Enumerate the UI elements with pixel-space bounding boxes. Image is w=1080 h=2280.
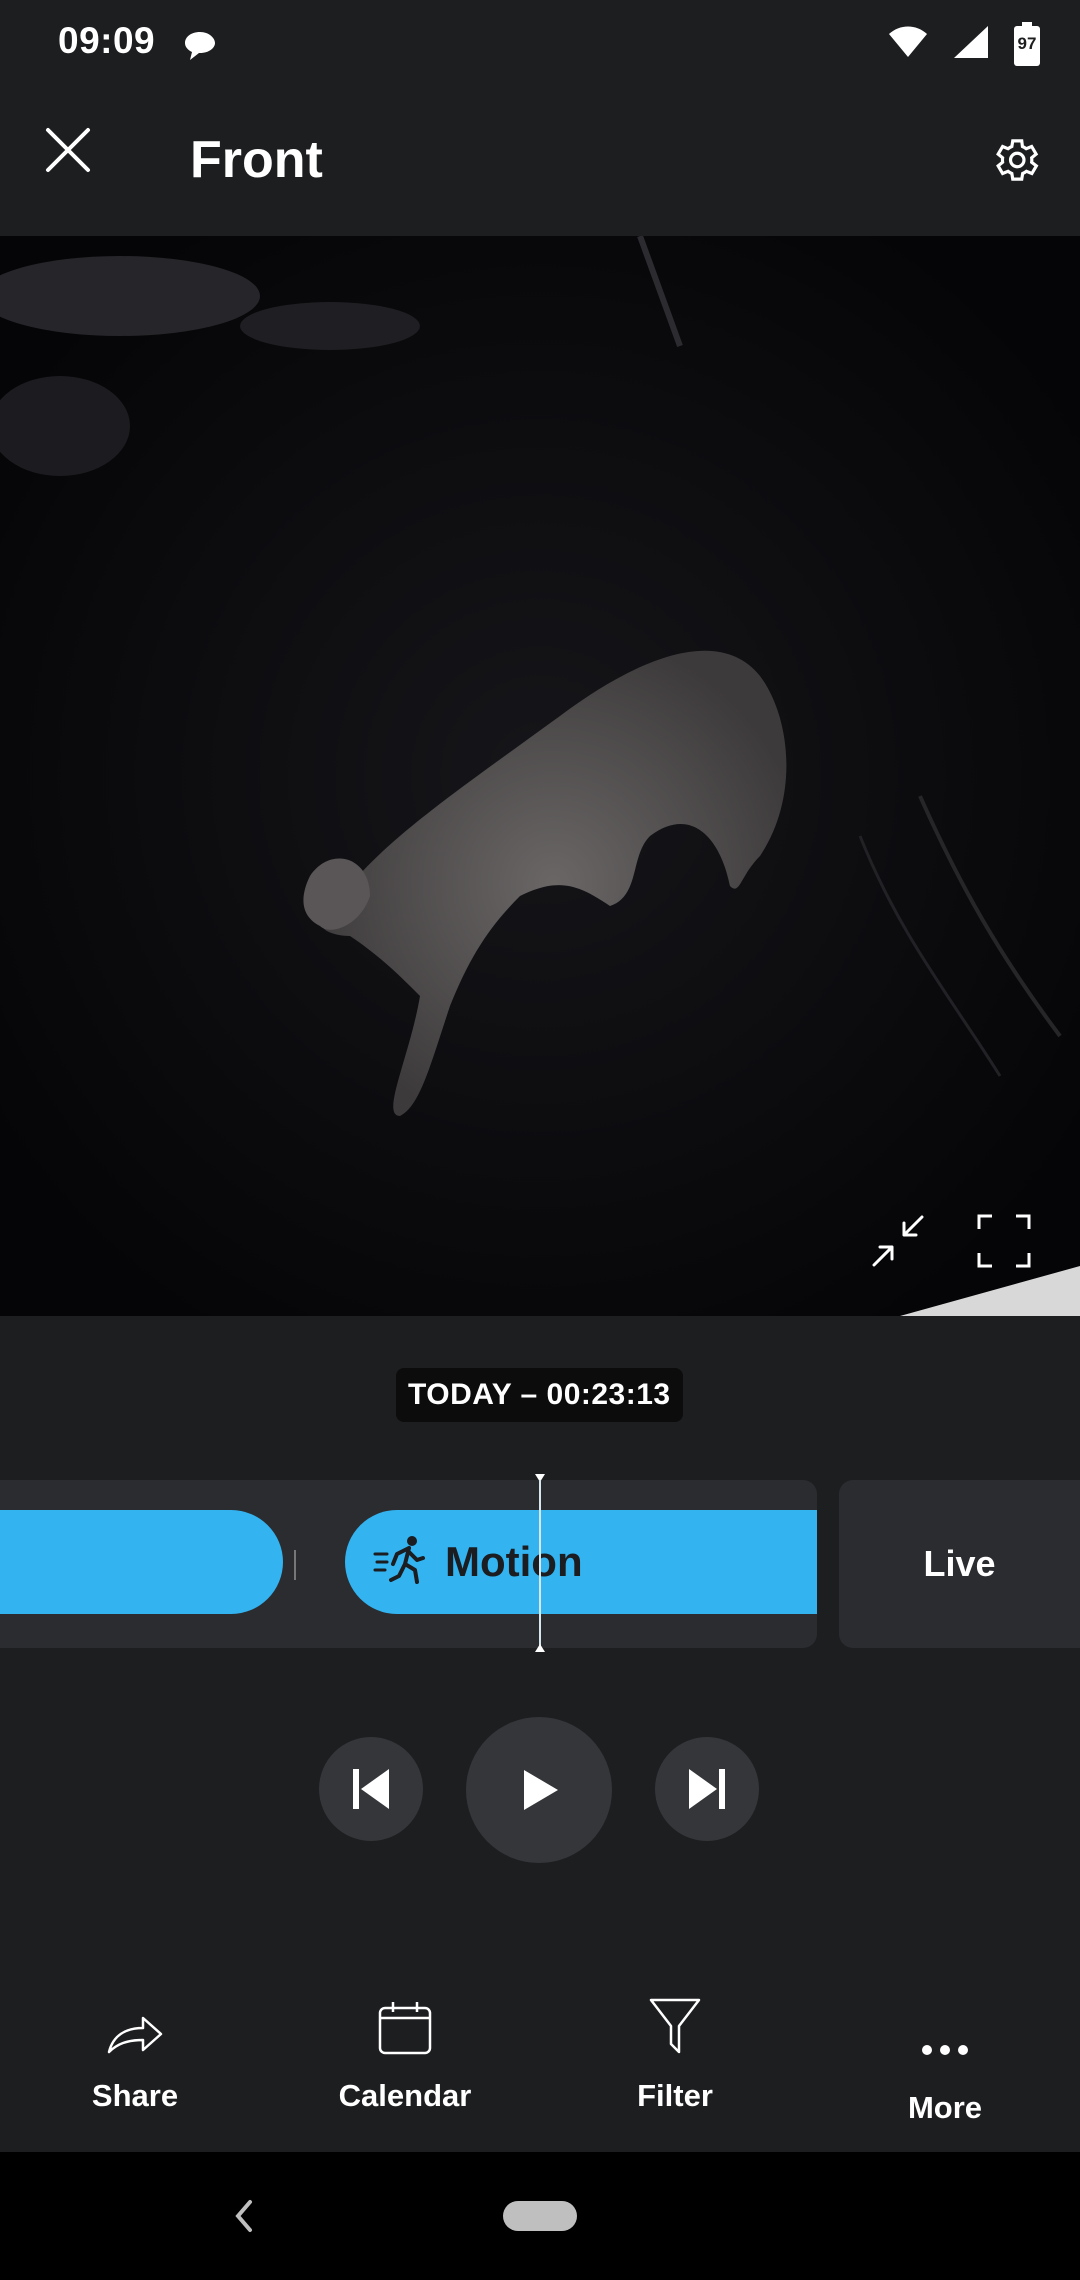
- filter-icon: [649, 1998, 701, 2054]
- live-button[interactable]: Live: [839, 1480, 1080, 1648]
- running-person-icon: [373, 1534, 427, 1590]
- nav-item-more[interactable]: More: [810, 1960, 1080, 2152]
- previous-event-segment[interactable]: [0, 1510, 283, 1614]
- nav-label-more: More: [907, 2090, 983, 2125]
- battery-icon: 97: [1014, 22, 1040, 66]
- gear-icon: [996, 139, 1039, 181]
- battery-level: 97: [1017, 34, 1037, 53]
- skip-next-button[interactable]: [655, 1737, 759, 1841]
- exit-fullscreen-icon: [872, 1215, 924, 1267]
- status-icons: 97: [888, 22, 1040, 66]
- wifi-icon: [888, 26, 928, 63]
- settings-button[interactable]: [985, 130, 1045, 190]
- timeline-tick: [294, 1550, 296, 1580]
- timestamp-badge: TODAY – 00:23:13: [396, 1368, 683, 1422]
- motion-event-segment[interactable]: Motion: [345, 1510, 817, 1614]
- bottom-nav: Share Calendar Filter More: [0, 1960, 1080, 2152]
- chat-bubble-icon: [182, 30, 218, 67]
- camera-image: [0, 236, 1080, 1316]
- status-bar: 09:09 97: [0, 0, 1080, 90]
- skip-previous-icon: [353, 1769, 389, 1809]
- exit-fullscreen-button[interactable]: [870, 1213, 926, 1274]
- nav-label-filter: Filter: [637, 2078, 713, 2113]
- timeline-playhead[interactable]: [535, 1474, 545, 1652]
- signal-icon: [952, 25, 990, 64]
- nav-item-calendar[interactable]: Calendar: [270, 1960, 540, 2152]
- header: Front: [0, 90, 1080, 236]
- clock: 09:09: [58, 20, 156, 61]
- share-icon: [107, 2016, 163, 2054]
- nav-label-calendar: Calendar: [338, 2078, 472, 2113]
- skip-previous-button[interactable]: [319, 1737, 423, 1841]
- video-feed[interactable]: [0, 236, 1080, 1316]
- system-home-pill[interactable]: [503, 2201, 577, 2231]
- skip-next-icon: [689, 1769, 725, 1809]
- nav-label-share: Share: [91, 2078, 179, 2113]
- calendar-icon: [378, 2002, 432, 2055]
- live-label: Live: [923, 1543, 996, 1584]
- system-back-icon[interactable]: [232, 2198, 256, 2239]
- close-button[interactable]: [38, 120, 98, 180]
- nav-item-filter[interactable]: Filter: [540, 1960, 810, 2152]
- play-button[interactable]: [466, 1717, 612, 1863]
- nav-item-share[interactable]: Share: [0, 1960, 270, 2152]
- fullscreen-button[interactable]: [976, 1213, 1032, 1274]
- page-title: Front: [190, 131, 323, 189]
- more-icon: [922, 2045, 968, 2055]
- play-icon: [524, 1770, 558, 1810]
- motion-label: Motion: [445, 1538, 583, 1585]
- fullscreen-icon: [977, 1214, 1031, 1268]
- close-icon: [46, 128, 90, 172]
- video-tools: [870, 1213, 1032, 1274]
- event-timeline[interactable]: Motion: [0, 1480, 817, 1648]
